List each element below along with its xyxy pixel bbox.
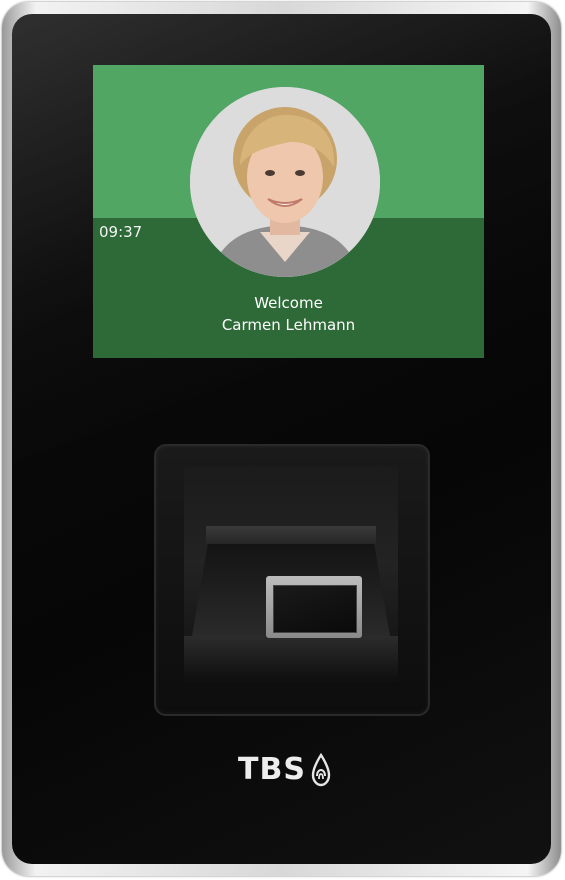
avatar-portrait bbox=[190, 87, 380, 277]
brand-logo: TBS bbox=[238, 752, 332, 787]
brand-name: TBS bbox=[238, 752, 306, 787]
sensor-glass bbox=[273, 585, 357, 633]
sensor-well bbox=[184, 466, 398, 682]
user-name-text: Carmen Lehmann bbox=[221, 316, 356, 334]
sensor-window[interactable] bbox=[266, 576, 362, 638]
device-frame: 09:37 Welcome Carmen Lehmann TBS bbox=[2, 2, 561, 876]
fingerprint-drop-icon bbox=[311, 752, 331, 786]
fingerprint-sensor[interactable] bbox=[154, 444, 430, 716]
user-avatar bbox=[190, 87, 380, 277]
sensor-lip bbox=[184, 636, 398, 676]
display-screen: 09:37 Welcome Carmen Lehmann bbox=[93, 65, 484, 358]
clock-time: 09:37 bbox=[99, 223, 143, 241]
device-face: 09:37 Welcome Carmen Lehmann TBS bbox=[12, 14, 551, 864]
welcome-text: Welcome bbox=[254, 294, 323, 312]
sensor-ledge bbox=[206, 526, 376, 544]
